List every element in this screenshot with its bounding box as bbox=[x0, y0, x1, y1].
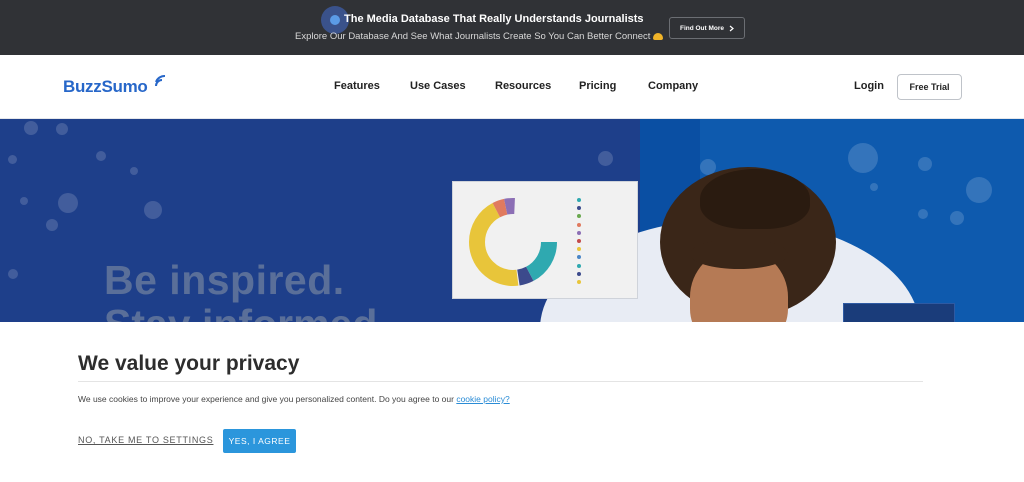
pulse-dot-icon bbox=[330, 15, 340, 25]
decor-bubble bbox=[130, 167, 138, 175]
decor-bubble bbox=[848, 143, 878, 173]
cookie-consent-banner: We value your privacy We use cookies to … bbox=[0, 322, 1024, 482]
logo-text: BuzzSumo bbox=[63, 77, 148, 96]
handshake-icon bbox=[653, 32, 664, 40]
announcement-subline: Explore Our Database And See What Journa… bbox=[295, 31, 664, 42]
donut-chart-card bbox=[452, 181, 638, 299]
chart-legend bbox=[577, 196, 581, 286]
hero-person-hairline bbox=[690, 239, 788, 269]
nav-item-company[interactable]: Company bbox=[648, 80, 698, 92]
nav-item-pricing[interactable]: Pricing bbox=[579, 80, 616, 92]
decor-bubble bbox=[966, 177, 992, 203]
find-out-more-button[interactable]: Find Out More bbox=[669, 17, 745, 39]
legend-row bbox=[577, 229, 581, 237]
buzzsumo-logo[interactable]: BuzzSumo bbox=[63, 75, 166, 97]
hero-section: Be inspired. Stay informed. bbox=[0, 119, 1024, 322]
legend-row bbox=[577, 278, 581, 286]
legend-row bbox=[577, 245, 581, 253]
signal-waves-icon bbox=[155, 75, 166, 87]
decor-bubble bbox=[870, 183, 878, 191]
legend-row bbox=[577, 262, 581, 270]
free-trial-button[interactable]: Free Trial bbox=[897, 74, 962, 100]
announcement-subline-text: Explore Our Database And See What Journa… bbox=[295, 31, 651, 42]
hero-headline-line2: Stay informed. bbox=[104, 301, 389, 322]
announcement-headline: The Media Database That Really Understan… bbox=[344, 13, 644, 25]
decor-bubble bbox=[598, 151, 613, 166]
decor-bubble bbox=[24, 121, 38, 135]
cookie-divider bbox=[78, 381, 923, 382]
decor-bubble bbox=[144, 201, 162, 219]
announcement-bar: The Media Database That Really Understan… bbox=[0, 0, 1024, 55]
decor-bubble bbox=[56, 123, 68, 135]
cookie-title: We value your privacy bbox=[78, 352, 300, 375]
decor-bubble bbox=[8, 269, 18, 279]
find-out-more-label: Find Out More bbox=[679, 24, 725, 32]
cookie-message: We use cookies to improve your experienc… bbox=[78, 394, 510, 404]
chevron-right-icon bbox=[729, 25, 734, 31]
decor-bubble bbox=[8, 155, 17, 164]
nav-item-resources[interactable]: Resources bbox=[495, 80, 551, 92]
legend-row bbox=[577, 204, 581, 212]
nav-item-features[interactable]: Features bbox=[334, 80, 380, 92]
hero-headline-line1: Be inspired. bbox=[104, 257, 345, 303]
main-nav: BuzzSumo Features Use Cases Resources Pr… bbox=[0, 55, 1024, 119]
cookie-policy-link[interactable]: cookie policy? bbox=[456, 394, 509, 404]
decor-bubble bbox=[918, 157, 932, 171]
legend-row bbox=[577, 196, 581, 204]
legend-row bbox=[577, 237, 581, 245]
hero-thumbnail-image bbox=[843, 303, 955, 322]
donut-chart-image bbox=[469, 198, 557, 286]
cookie-message-text: We use cookies to improve your experienc… bbox=[78, 394, 454, 404]
decor-bubble bbox=[58, 193, 78, 213]
legend-row bbox=[577, 221, 581, 229]
decor-bubble bbox=[46, 219, 58, 231]
legend-row bbox=[577, 212, 581, 220]
login-link[interactable]: Login bbox=[854, 80, 884, 92]
legend-row bbox=[577, 253, 581, 261]
decor-bubble bbox=[950, 211, 964, 225]
decor-bubble bbox=[918, 209, 928, 219]
cookie-settings-button[interactable]: NO, TAKE ME TO SETTINGS bbox=[78, 435, 213, 445]
nav-item-use-cases[interactable]: Use Cases bbox=[410, 80, 466, 92]
legend-row bbox=[577, 270, 581, 278]
cookie-agree-button[interactable]: YES, I AGREE bbox=[223, 429, 296, 453]
decor-bubble bbox=[20, 197, 28, 205]
decor-bubble bbox=[96, 151, 106, 161]
hero-person-hair bbox=[700, 169, 810, 229]
